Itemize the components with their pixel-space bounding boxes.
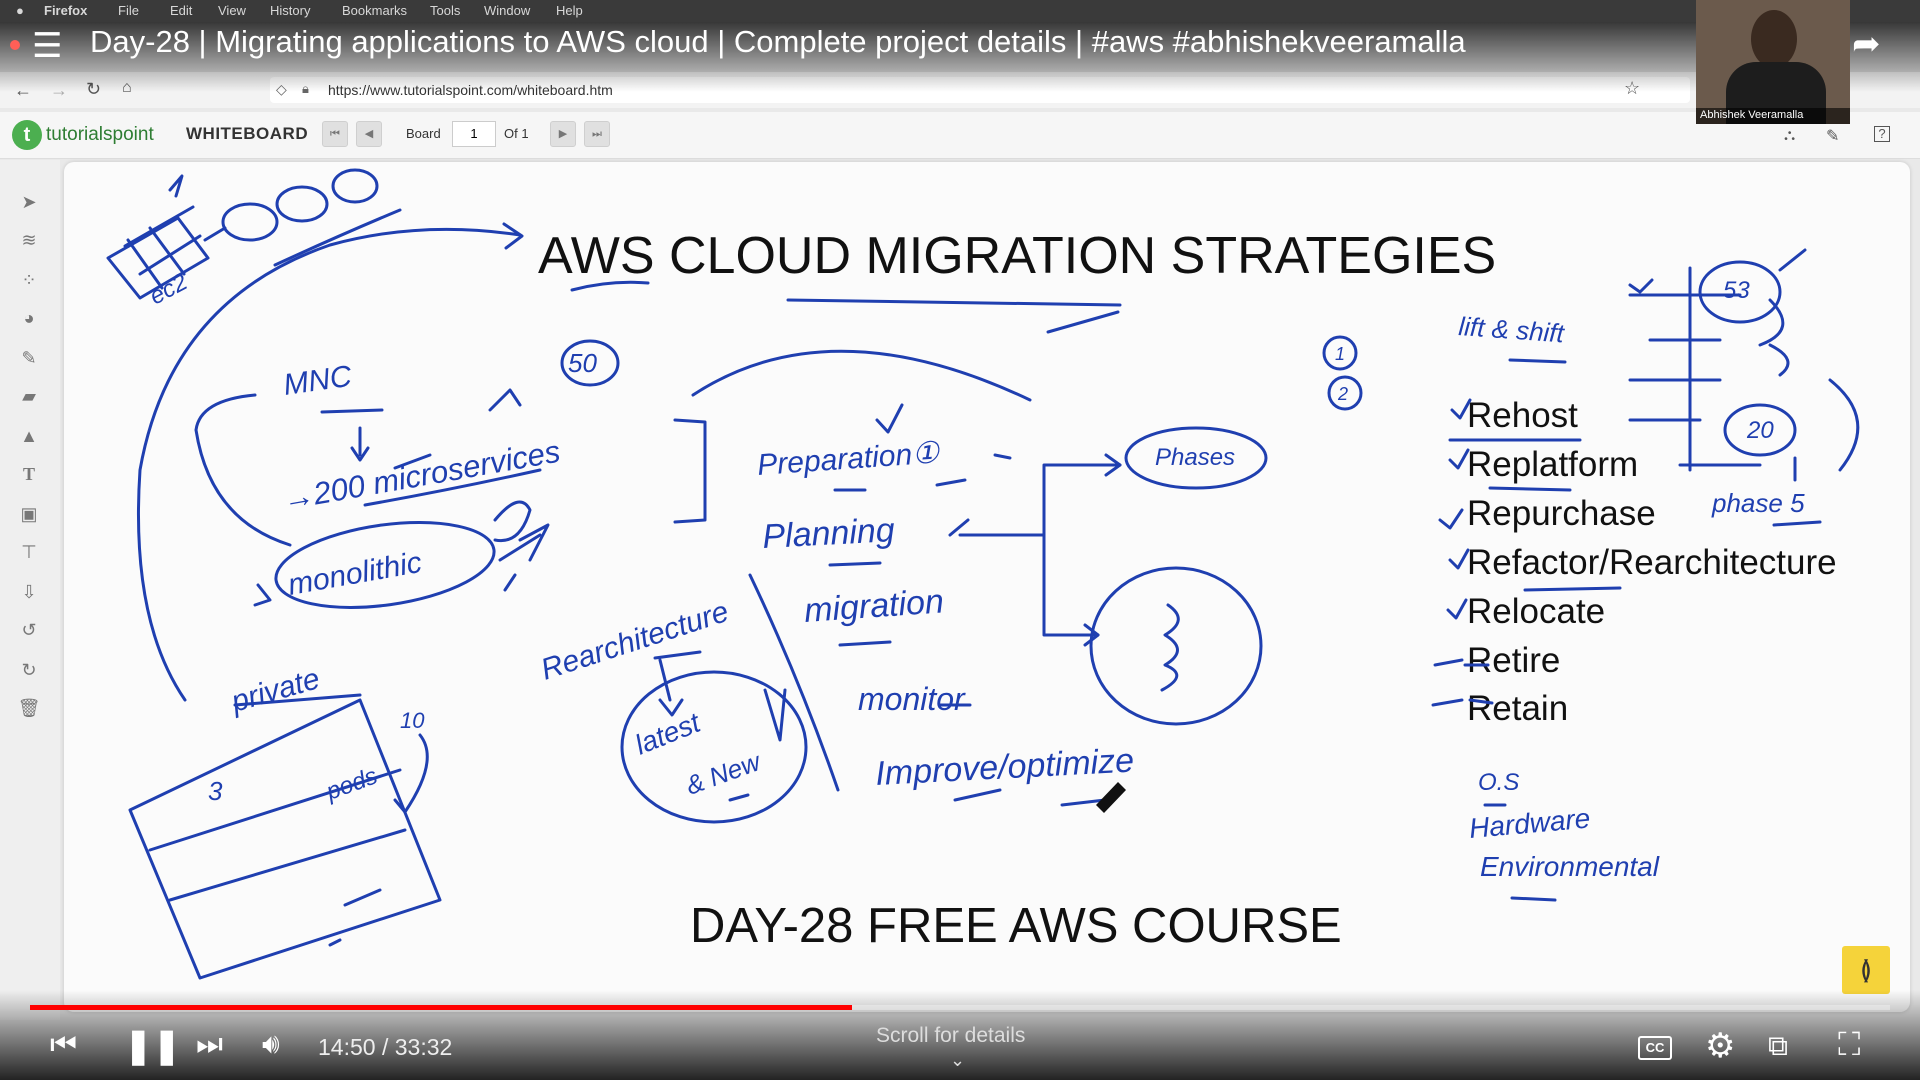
duration: 33:32	[394, 1034, 453, 1060]
progress-track[interactable]	[30, 1005, 1890, 1010]
hw-microservices: →200 microservices	[280, 434, 563, 517]
hw-53: 53	[1723, 277, 1750, 304]
hw-phases: Phases	[1155, 444, 1235, 471]
settings-icon[interactable]: ⚙	[1705, 1026, 1735, 1066]
skip-next-icon[interactable]: ⏭	[196, 1028, 223, 1062]
hw-private: private	[227, 662, 324, 719]
presenter-name: Abhishek Veeramalla	[1700, 109, 1804, 121]
exit-fullscreen-icon[interactable]: ⛶	[1838, 1026, 1860, 1064]
hw-20: 20	[1746, 417, 1774, 444]
share-icon[interactable]: ➦	[1852, 24, 1881, 64]
window-close-dot[interactable]	[10, 40, 20, 50]
hw-10: 10	[400, 708, 425, 733]
skip-previous-icon[interactable]: ⏮	[50, 1028, 77, 1062]
hw-mnc: MNC	[281, 360, 354, 402]
hw-monolithic: monolithic	[285, 546, 424, 602]
scroll-hint[interactable]: Scroll for details	[876, 1024, 1025, 1048]
hw-planning: Planning	[761, 511, 895, 556]
board-heading: AWS CLOUD MIGRATION STRATEGIES	[538, 227, 1496, 285]
current-time: 14:50	[318, 1034, 376, 1060]
hw-preparation: Preparation①	[756, 436, 942, 482]
progress-fill	[30, 1005, 853, 1010]
whiteboard-drawing: AWS CLOUD MIGRATION STRATEGIES DAY-28 FR…	[106, 168, 1860, 980]
hw-migration: migration	[803, 582, 945, 630]
pen-cursor-icon	[1096, 782, 1126, 813]
time-display: 14:50 / 33:32	[318, 1034, 452, 1061]
presenter-webcam: Abhishek Veeramalla	[1696, 0, 1850, 124]
hw-50: 50	[568, 348, 597, 378]
hw-hardware: Hardware	[1468, 803, 1592, 844]
strategy-refactor: Refactor/Rearchitecture	[1467, 543, 1837, 582]
hw-os: O.S	[1478, 769, 1519, 796]
board-footer: DAY-28 FREE AWS COURSE	[690, 899, 1342, 953]
strategy-relocate: Relocate	[1467, 592, 1605, 631]
presenter-head	[1751, 10, 1797, 68]
cc-icon[interactable]: CC	[1638, 1036, 1672, 1060]
strategy-retain: Retain	[1467, 689, 1568, 728]
strategy-retire: Retire	[1467, 641, 1560, 680]
strategy-rehost: Rehost	[1467, 396, 1578, 435]
hw-phase5: phase 5	[1711, 488, 1805, 518]
time-separator: /	[381, 1034, 389, 1060]
hw-new: & New	[682, 745, 766, 800]
hw-improve-optimize: Improve/optimize	[874, 741, 1135, 792]
hw-lift-shift: lift & shift	[1458, 311, 1567, 348]
expand-chevron-icon[interactable]: ⌄	[950, 1050, 965, 1071]
expand-panel-button[interactable]: ≬	[1842, 946, 1890, 994]
hw-circle-1: 1	[1335, 344, 1345, 364]
hw-environmental: Environmental	[1480, 851, 1660, 882]
pause-icon[interactable]: ❚❚	[124, 1026, 181, 1066]
hw-pods: pods	[322, 762, 381, 806]
hw-monitor: monitor	[858, 681, 966, 717]
hw-circle-2: 2	[1337, 384, 1348, 404]
hw-3: 3	[208, 776, 223, 806]
volume-icon[interactable]: 🔊︎	[262, 1028, 280, 1061]
strategy-repurchase: Repurchase	[1467, 494, 1656, 533]
cast-icon[interactable]: ⧉	[1768, 1030, 1788, 1063]
video-title[interactable]: Day-28 | Migrating applications to AWS c…	[90, 24, 1466, 60]
menu-icon[interactable]: ☰	[32, 26, 62, 66]
strategy-replatform: Replatform	[1467, 445, 1638, 484]
hw-latest: latest	[631, 706, 706, 760]
